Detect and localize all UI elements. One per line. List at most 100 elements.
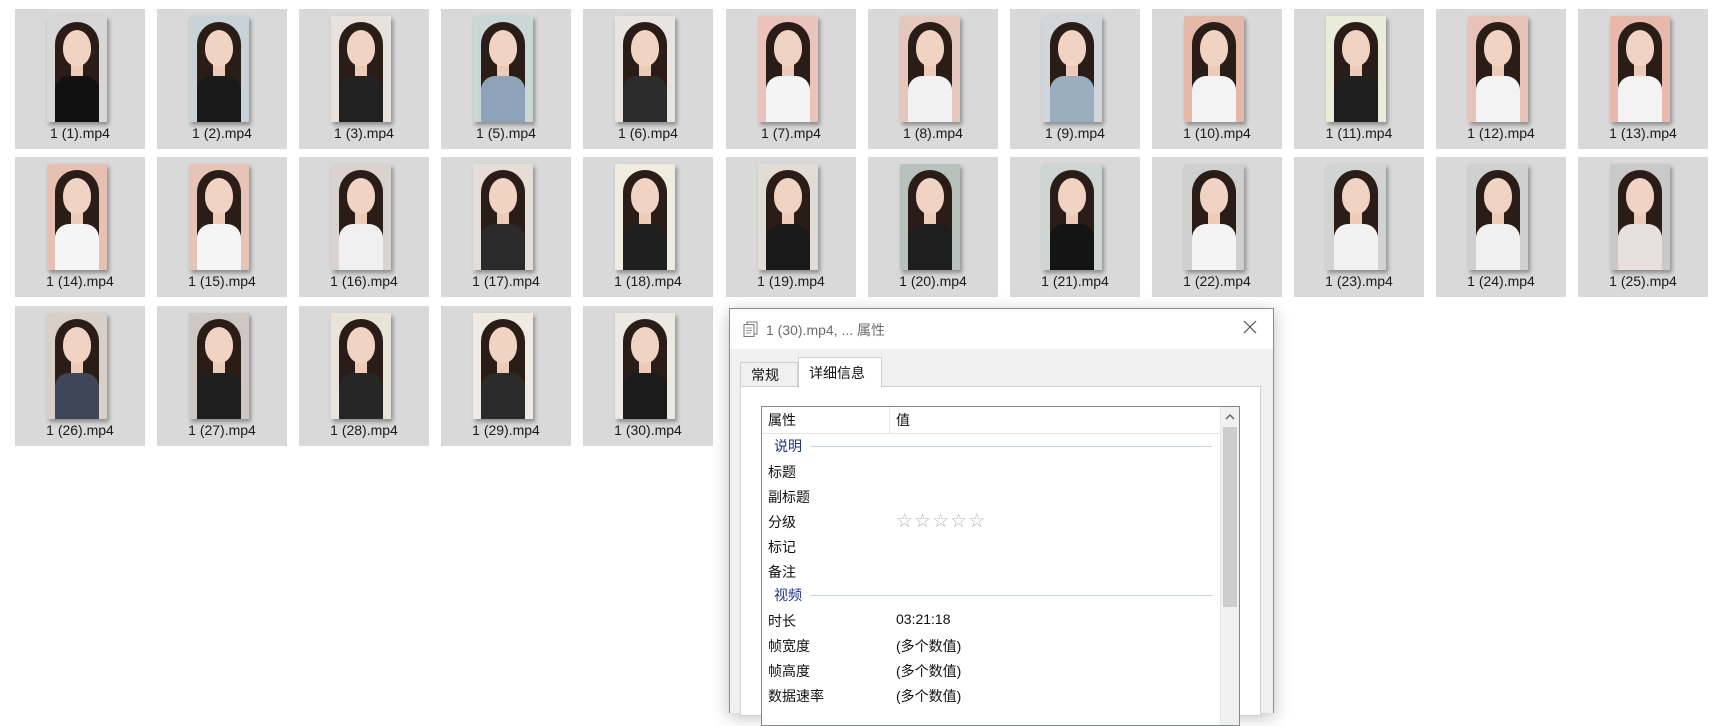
video-thumbnail [331, 164, 391, 270]
video-thumbnail [1326, 16, 1386, 122]
property-name: 标记 [768, 539, 796, 555]
video-thumbnail [189, 16, 249, 122]
video-thumbnail [615, 313, 675, 419]
file-name: 1 (11).mp4 [1325, 125, 1393, 141]
file-tile[interactable]: 1 (26).mp4 [15, 306, 145, 446]
file-name: 1 (12).mp4 [1467, 125, 1535, 141]
column-header-value[interactable]: 值 [890, 407, 1190, 433]
file-name: 1 (6).mp4 [618, 125, 678, 141]
group-title: 说明 [774, 438, 802, 454]
file-name: 1 (1).mp4 [50, 125, 110, 141]
file-tile[interactable]: 1 (28).mp4 [299, 306, 429, 446]
close-button[interactable] [1227, 309, 1273, 349]
file-tile[interactable]: 1 (19).mp4 [726, 157, 856, 297]
file-tile[interactable]: 1 (17).mp4 [441, 157, 571, 297]
file-tile[interactable]: 1 (24).mp4 [1436, 157, 1566, 297]
file-tile[interactable]: 1 (21).mp4 [1010, 157, 1140, 297]
property-value: (多个数值) [896, 638, 962, 654]
file-tile[interactable]: 1 (11).mp4 [1294, 9, 1424, 149]
property-row[interactable]: 时长 03:21:18 [762, 607, 1222, 632]
file-tile[interactable]: 1 (9).mp4 [1010, 9, 1140, 149]
property-row[interactable]: 标题 [762, 458, 1222, 483]
group-header: 视频 [762, 583, 1222, 607]
file-tile[interactable]: 1 (12).mp4 [1436, 9, 1566, 149]
property-name: 帧宽度 [768, 638, 810, 654]
column-header-property[interactable]: 属性 [762, 407, 890, 433]
list-header: 属性 值 [762, 407, 1222, 434]
file-name: 1 (29).mp4 [472, 422, 540, 438]
video-thumbnail [473, 313, 533, 419]
vertical-scrollbar[interactable] [1220, 407, 1239, 725]
video-thumbnail [1468, 16, 1528, 122]
file-name: 1 (17).mp4 [472, 273, 540, 289]
file-name: 1 (13).mp4 [1609, 125, 1677, 141]
group-divider [810, 446, 1212, 447]
video-thumbnail [1610, 16, 1670, 122]
tab-general[interactable]: 常规 [740, 362, 798, 387]
property-name: 标题 [768, 464, 796, 480]
property-value: (多个数值) [896, 688, 962, 704]
scroll-thumb[interactable] [1223, 427, 1237, 607]
tab-details[interactable]: 详细信息 [798, 357, 882, 388]
file-tile[interactable]: 1 (25).mp4 [1578, 157, 1708, 297]
property-name: 数据速率 [768, 688, 824, 704]
file-tile[interactable]: 1 (7).mp4 [726, 9, 856, 149]
file-tile[interactable]: 1 (3).mp4 [299, 9, 429, 149]
property-row[interactable]: 帧宽度 (多个数值) [762, 632, 1222, 657]
file-tile[interactable]: 1 (13).mp4 [1578, 9, 1708, 149]
file-tile[interactable]: 1 (22).mp4 [1152, 157, 1282, 297]
close-icon [1243, 320, 1257, 339]
video-thumbnail [473, 16, 533, 122]
file-tile[interactable]: 1 (6).mp4 [583, 9, 713, 149]
group-title: 视频 [774, 587, 802, 603]
file-name: 1 (21).mp4 [1041, 273, 1109, 289]
property-row[interactable]: 备注 [762, 558, 1222, 583]
dialog-title: 1 (30).mp4, ... 属性 [766, 322, 886, 338]
file-tile[interactable]: 1 (30).mp4 [583, 306, 713, 446]
file-tile[interactable]: 1 (15).mp4 [157, 157, 287, 297]
video-thumbnail [1468, 164, 1528, 270]
file-name: 1 (5).mp4 [476, 125, 536, 141]
property-value: 03:21:18 [896, 611, 951, 627]
file-tile[interactable]: 1 (29).mp4 [441, 306, 571, 446]
file-tile[interactable]: 1 (27).mp4 [157, 306, 287, 446]
file-tile[interactable]: 1 (18).mp4 [583, 157, 713, 297]
file-tile[interactable]: 1 (5).mp4 [441, 9, 571, 149]
property-row[interactable]: 副标题 [762, 483, 1222, 508]
video-thumbnail [331, 16, 391, 122]
property-value: (多个数值) [896, 663, 962, 679]
file-tile[interactable]: 1 (14).mp4 [15, 157, 145, 297]
properties-dialog: 1 (30).mp4, ... 属性 常规 详细信息 属性 值 说明标题副标题分… [729, 308, 1274, 726]
file-name: 1 (25).mp4 [1609, 273, 1677, 289]
file-name: 1 (14).mp4 [46, 273, 114, 289]
property-row[interactable]: 数据速率 (多个数值) [762, 682, 1222, 707]
video-thumbnail [47, 313, 107, 419]
scroll-up-button[interactable] [1221, 407, 1239, 425]
file-name: 1 (27).mp4 [188, 422, 256, 438]
file-tile[interactable]: 1 (20).mp4 [868, 157, 998, 297]
file-name: 1 (18).mp4 [614, 273, 682, 289]
property-row[interactable]: 帧高度 (多个数值) [762, 657, 1222, 682]
property-row[interactable]: 标记 [762, 533, 1222, 558]
rating-stars[interactable]: ☆☆☆☆☆ [896, 510, 986, 533]
file-tile[interactable]: 1 (16).mp4 [299, 157, 429, 297]
video-thumbnail [47, 16, 107, 122]
video-thumbnail [189, 164, 249, 270]
file-name: 1 (9).mp4 [1045, 125, 1105, 141]
file-tile[interactable]: 1 (23).mp4 [1294, 157, 1424, 297]
property-row[interactable]: 分级 ☆☆☆☆☆ [762, 508, 1222, 533]
file-tile[interactable]: 1 (2).mp4 [157, 9, 287, 149]
video-thumbnail [1184, 16, 1244, 122]
dialog-titlebar[interactable]: 1 (30).mp4, ... 属性 [730, 309, 1273, 349]
video-thumbnail [1326, 164, 1386, 270]
video-thumbnail [900, 164, 960, 270]
file-tile[interactable]: 1 (10).mp4 [1152, 9, 1282, 149]
file-name: 1 (24).mp4 [1467, 273, 1535, 289]
video-thumbnail [1610, 164, 1670, 270]
file-tile[interactable]: 1 (8).mp4 [868, 9, 998, 149]
property-name: 备注 [768, 564, 796, 580]
file-tile[interactable]: 1 (1).mp4 [15, 9, 145, 149]
list-rows: 说明 标题 副标题 分级 ☆☆☆☆☆ 标记 备注 视频 时长 03:21:18 帧宽度 (多个数值) 帧… [762, 434, 1222, 707]
video-thumbnail [758, 164, 818, 270]
property-list[interactable]: 属性 值 说明标题副标题 分级 ☆☆☆☆☆ 标记备注视频时长 03:21:18 帧宽度 (多… [761, 406, 1240, 726]
